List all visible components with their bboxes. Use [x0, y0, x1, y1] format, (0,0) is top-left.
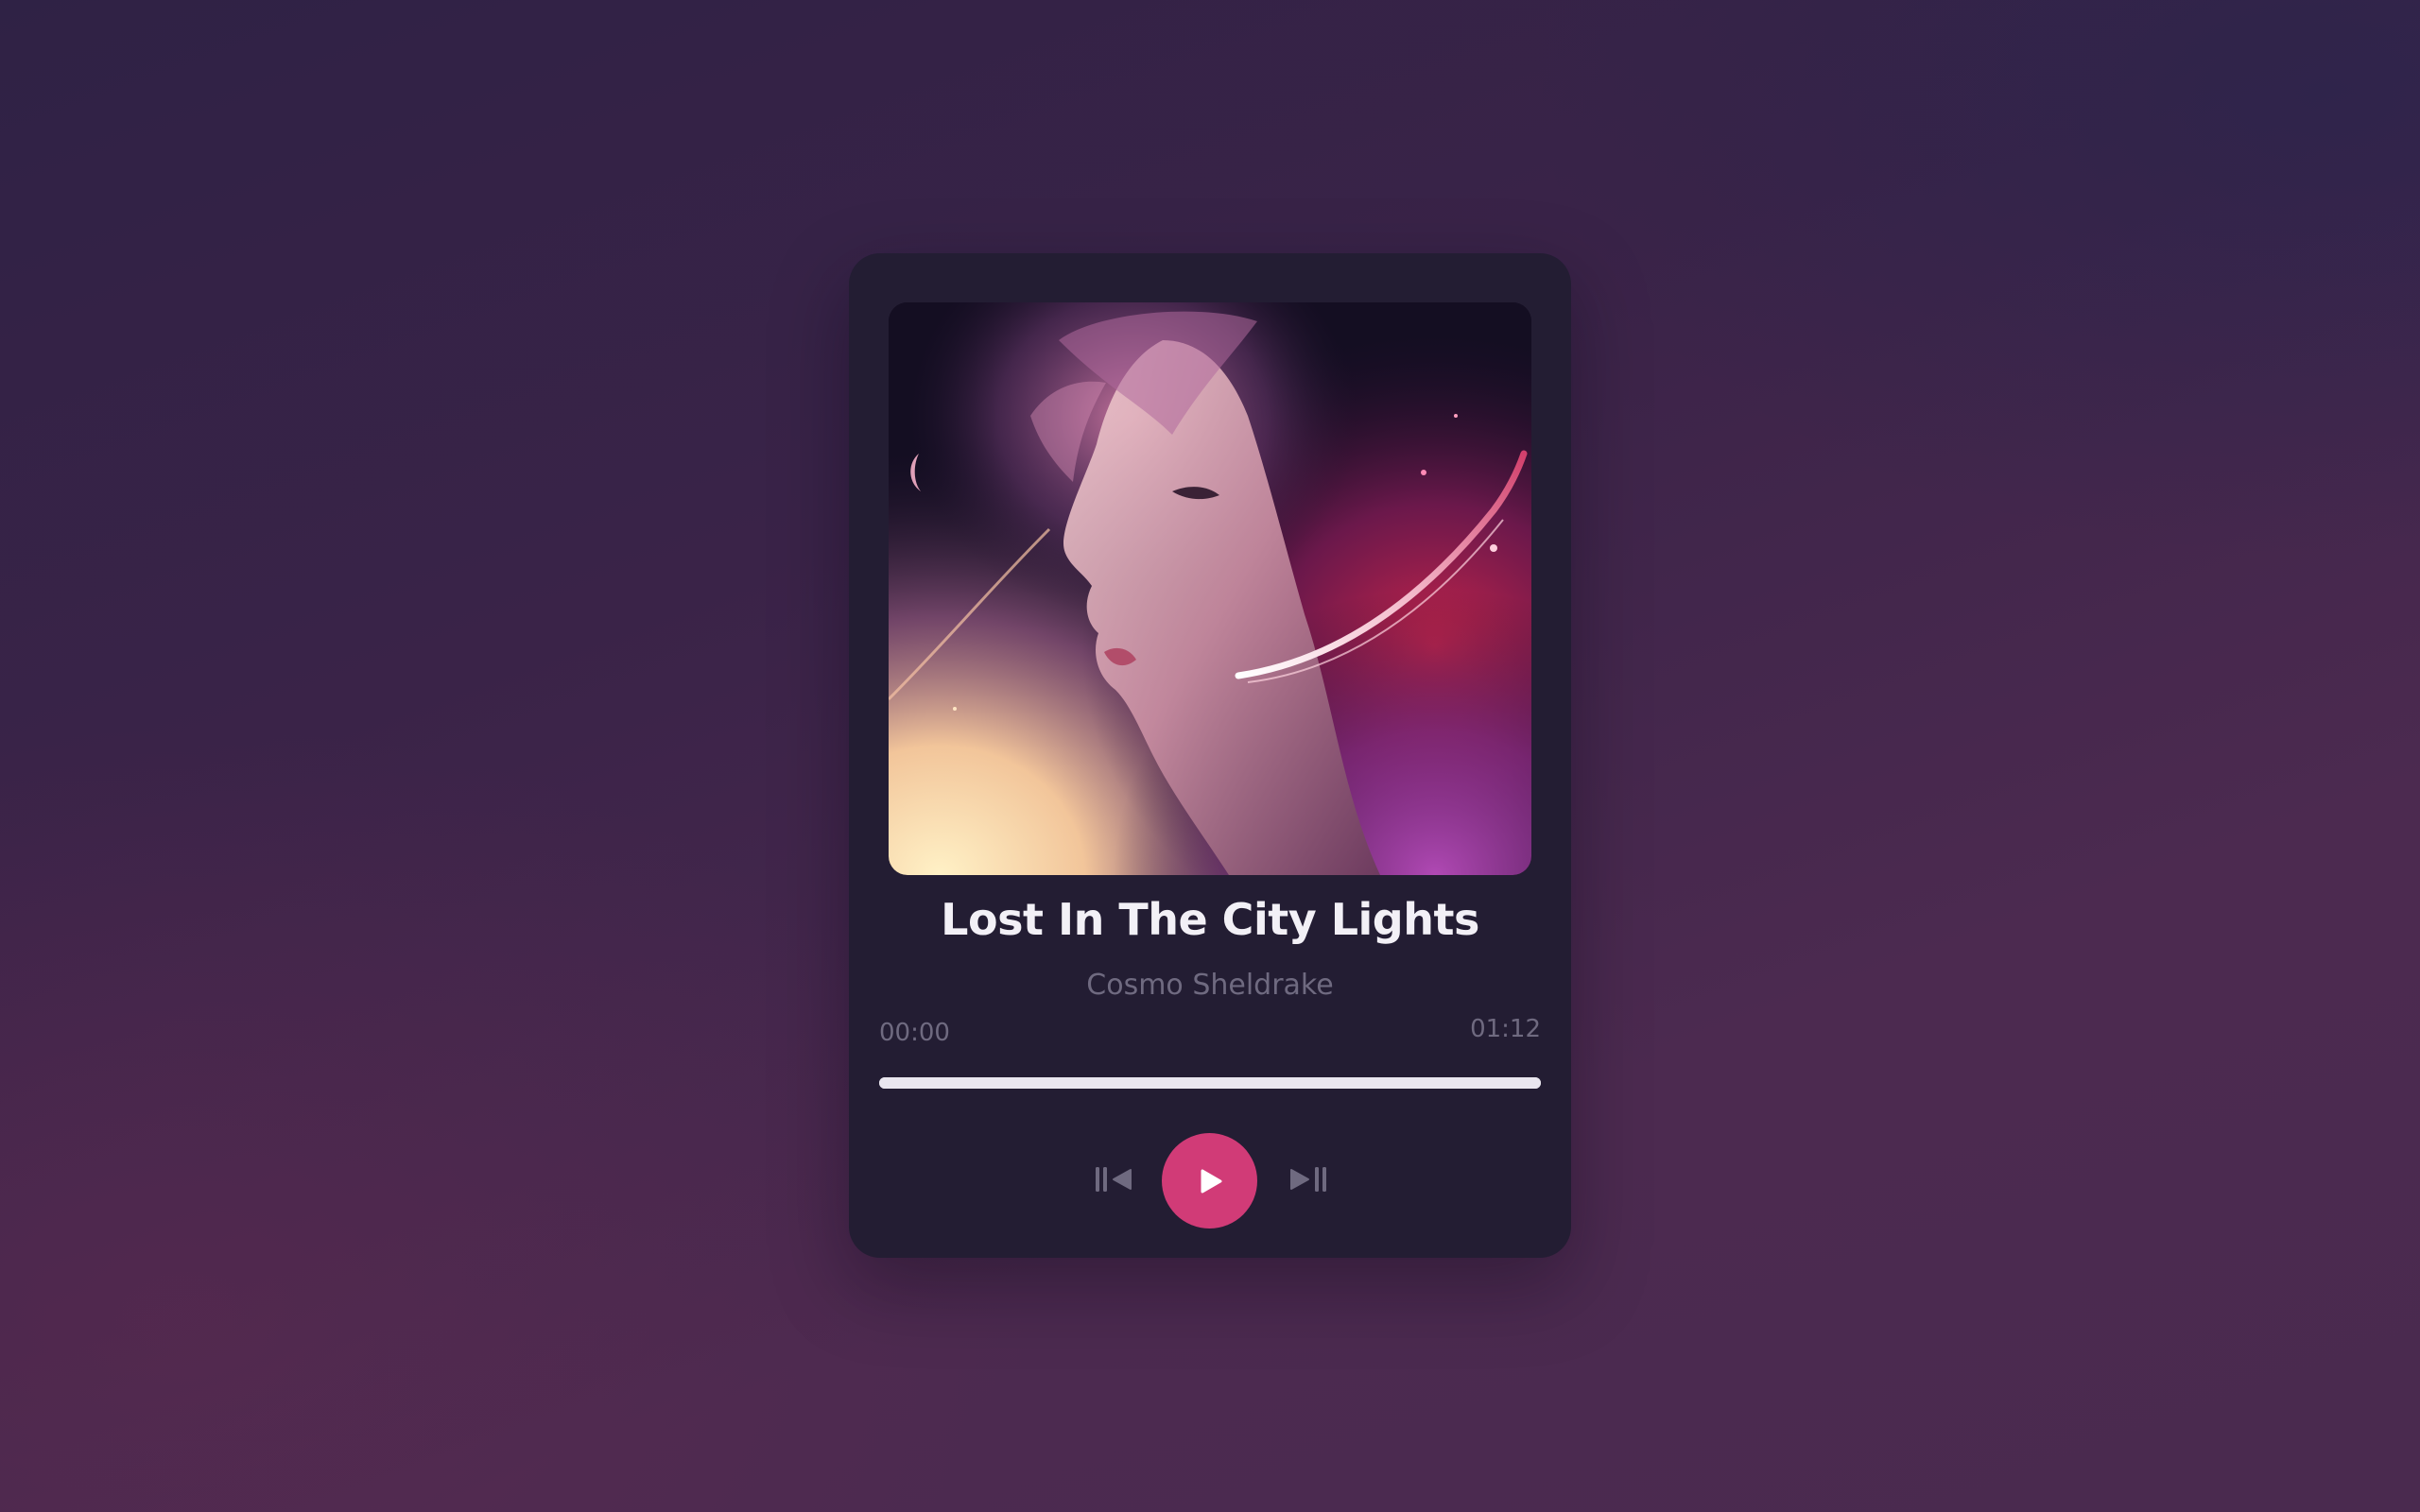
track-title: Lost In The City Lights — [941, 894, 1479, 945]
progress-bar[interactable] — [879, 1077, 1541, 1089]
total-time: 01:12 — [1470, 1015, 1541, 1043]
previous-button[interactable] — [1085, 1155, 1146, 1204]
album-cover — [889, 302, 1531, 875]
play-button[interactable] — [1162, 1133, 1257, 1228]
progress-fill — [879, 1077, 1541, 1089]
next-button[interactable] — [1276, 1155, 1337, 1204]
play-icon — [1201, 1169, 1221, 1193]
skip-next-icon — [1290, 1167, 1326, 1192]
music-player-card: Lost In The City Lights — [849, 253, 1571, 1258]
current-time: 00:00 — [879, 1019, 950, 1047]
album-cover-art — [889, 302, 1531, 875]
track-artist: Cosmo Sheldrake — [1086, 969, 1334, 1002]
skip-previous-icon — [1096, 1167, 1132, 1192]
